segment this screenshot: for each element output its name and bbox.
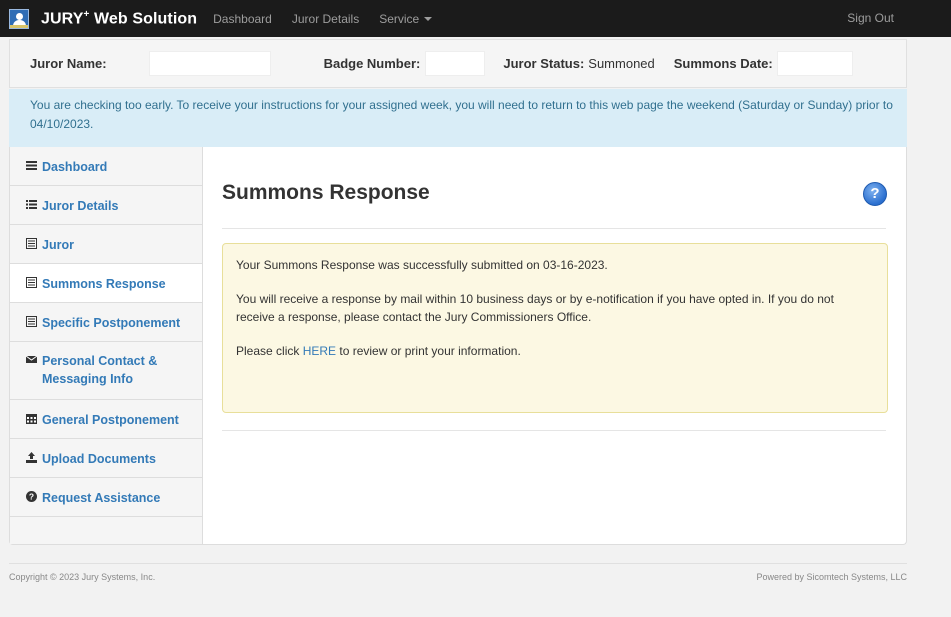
svg-text:?: ? xyxy=(29,492,34,502)
badge-number-label: Badge Number: xyxy=(323,56,421,71)
calendar-icon xyxy=(26,414,37,424)
list-alt-icon xyxy=(26,200,37,209)
sidebar-item-general-postponement[interactable]: General Postponement xyxy=(10,400,202,439)
sidebar-item-label: Juror Details xyxy=(42,199,119,213)
divider xyxy=(222,228,886,229)
nav-dropdown-service[interactable]: Service xyxy=(379,11,433,26)
review-message: Please click HERE to review or print you… xyxy=(236,344,521,358)
upload-icon xyxy=(26,452,37,463)
submission-confirmation-alert: Your Summons Response was successfully s… xyxy=(222,243,888,413)
sidebar-item-label: Juror xyxy=(42,238,74,252)
juror-status-value: Summoned xyxy=(588,56,655,71)
juror-status-label: Juror Status: xyxy=(503,56,585,71)
juror-info-bar: Juror Name: Badge Number: Juror Status: … xyxy=(9,39,907,88)
brand-title[interactable]: JURY+ Web Solution xyxy=(41,9,197,28)
sidebar-item-request-assistance[interactable]: ? Request Assistance xyxy=(10,478,202,517)
sidebar-item-dashboard[interactable]: Dashboard xyxy=(10,147,202,186)
badge-number-value xyxy=(425,51,486,76)
sidebar-item-summons-response[interactable]: Summons Response xyxy=(10,264,202,303)
sidebar-item-label: Upload Documents xyxy=(42,452,156,466)
copyright-text: Copyright © 2023 Jury Systems, Inc. xyxy=(9,572,156,582)
early-check-notice: You are checking too early. To receive y… xyxy=(9,89,907,147)
sidebar-item-label: Personal Contact & Messaging Info xyxy=(42,354,158,386)
sidebar-item-juror-details[interactable]: Juror Details xyxy=(10,186,202,225)
top-navbar: JURY+ Web Solution Dashboard Juror Detai… xyxy=(0,0,951,37)
help-icon[interactable]: ? xyxy=(863,182,887,206)
nav-link-dashboard[interactable]: Dashboard xyxy=(213,12,272,26)
response-info-message: You will receive a response by mail with… xyxy=(236,292,834,324)
summons-date-value xyxy=(776,51,853,76)
sidebar-item-label: General Postponement xyxy=(42,413,179,427)
sidebar-item-label: Summons Response xyxy=(42,277,166,291)
question-circle-icon: ? xyxy=(26,491,37,502)
main-panel: Dashboard Juror Details Juror Summons Re… xyxy=(9,147,907,545)
summons-date-label: Summons Date: xyxy=(673,56,773,71)
envelope-icon xyxy=(26,355,37,363)
powered-by-text: Powered by Sicomtech Systems, LLC xyxy=(756,572,907,582)
form-icon xyxy=(26,238,37,249)
form-icon xyxy=(26,277,37,288)
sidebar: Dashboard Juror Details Juror Summons Re… xyxy=(10,147,203,544)
page-title: Summons Response xyxy=(222,181,430,204)
sidebar-item-label: Request Assistance xyxy=(42,491,161,505)
divider xyxy=(222,430,886,431)
sidebar-item-specific-postponement[interactable]: Specific Postponement xyxy=(10,303,202,342)
submission-message: Your Summons Response was successfully s… xyxy=(236,258,608,272)
sidebar-item-juror[interactable]: Juror xyxy=(10,225,202,264)
caret-down-icon xyxy=(424,17,433,22)
sign-out-link[interactable]: Sign Out xyxy=(847,11,894,25)
form-icon xyxy=(26,316,37,327)
sidebar-item-personal-contact[interactable]: Personal Contact & Messaging Info xyxy=(10,342,202,400)
sidebar-item-label: Dashboard xyxy=(42,160,108,174)
juror-name-value xyxy=(148,51,271,76)
sidebar-item-upload-documents[interactable]: Upload Documents xyxy=(10,439,202,478)
footer-divider xyxy=(9,563,907,564)
juror-name-label: Juror Name: xyxy=(30,56,107,71)
content-area: Summons Response ? Your Summons Response… xyxy=(203,147,907,544)
nav-link-juror-details[interactable]: Juror Details xyxy=(292,12,359,26)
here-link[interactable]: HERE xyxy=(303,344,336,358)
jury-logo-icon xyxy=(9,8,29,29)
sidebar-item-label: Specific Postponement xyxy=(42,316,181,330)
nav-service-label: Service xyxy=(379,11,420,26)
list-icon xyxy=(26,161,37,170)
